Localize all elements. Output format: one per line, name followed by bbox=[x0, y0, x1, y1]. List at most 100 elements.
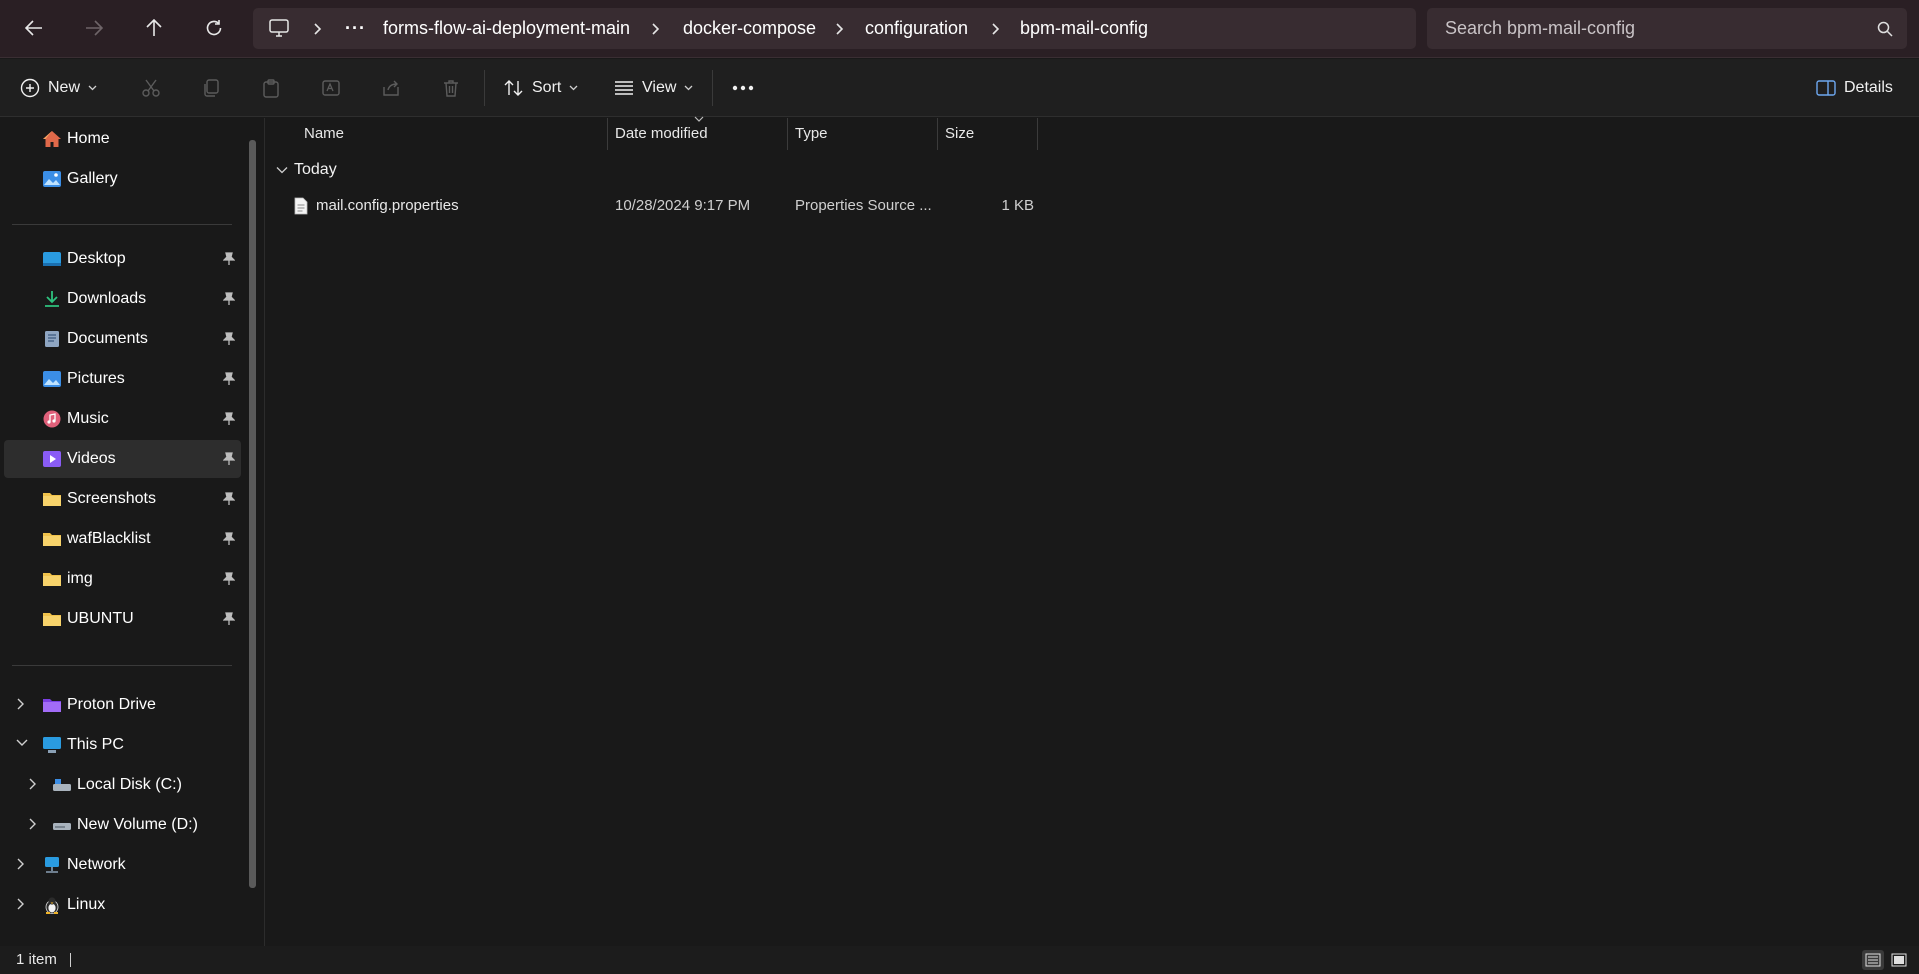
search-icon[interactable] bbox=[1877, 21, 1893, 37]
up-button[interactable] bbox=[136, 11, 172, 45]
refresh-button[interactable] bbox=[196, 11, 232, 45]
back-button[interactable] bbox=[16, 11, 52, 45]
column-header-type[interactable]: Type bbox=[795, 118, 828, 150]
chevron-right-icon[interactable] bbox=[835, 21, 849, 37]
chevron-right-icon[interactable] bbox=[16, 898, 24, 910]
pin-icon[interactable] bbox=[223, 252, 235, 266]
pin-icon[interactable] bbox=[223, 292, 235, 306]
sidebar-item-local-disk-c[interactable]: Local Disk (C:) bbox=[4, 766, 241, 804]
delete-button[interactable] bbox=[441, 71, 461, 105]
breadcrumb-segment-current[interactable]: bpm-mail-config bbox=[1020, 8, 1148, 49]
column-separator[interactable] bbox=[1037, 118, 1038, 150]
sidebar-item-music[interactable]: Music bbox=[4, 400, 241, 438]
file-size: 1 KB bbox=[1001, 197, 1034, 214]
pin-icon[interactable] bbox=[223, 572, 235, 586]
sidebar-item-label: New Volume (D:) bbox=[77, 816, 198, 833]
sidebar-scrollbar[interactable] bbox=[249, 140, 256, 888]
share-icon bbox=[383, 80, 399, 96]
sidebar-item-gallery[interactable]: Gallery bbox=[4, 160, 241, 198]
pin-icon[interactable] bbox=[223, 412, 235, 426]
sidebar-item-img[interactable]: img bbox=[4, 560, 241, 598]
sidebar-item-network[interactable]: Network bbox=[4, 846, 241, 884]
sidebar-item-linux[interactable]: Linux bbox=[4, 886, 241, 924]
pin-icon[interactable] bbox=[223, 332, 235, 346]
sidebar-item-pictures[interactable]: Pictures bbox=[4, 360, 241, 398]
chevron-right-icon[interactable] bbox=[991, 21, 1005, 37]
sort-label: Sort bbox=[532, 79, 562, 96]
sidebar-item-ubuntu[interactable]: UBUNTU bbox=[4, 600, 241, 638]
view-button[interactable]: View bbox=[614, 71, 693, 105]
chevron-right-icon[interactable] bbox=[28, 778, 36, 790]
copy-button[interactable] bbox=[201, 71, 221, 105]
address-bar[interactable]: ··· forms-flow-ai-deployment-main docker… bbox=[253, 8, 1416, 49]
rename-button[interactable] bbox=[321, 71, 341, 105]
chevron-right-icon[interactable] bbox=[313, 21, 327, 37]
copy-icon bbox=[204, 79, 219, 97]
sidebar-item-home[interactable]: Home bbox=[4, 120, 241, 158]
sidebar-item-label: Videos bbox=[67, 450, 116, 467]
sidebar-item-label: This PC bbox=[67, 736, 124, 753]
details-view-toggle[interactable] bbox=[1862, 950, 1884, 970]
column-header-date-modified[interactable]: Date modified bbox=[615, 118, 708, 150]
folder-icon bbox=[43, 533, 61, 546]
pin-icon[interactable] bbox=[223, 612, 235, 626]
new-button[interactable]: New bbox=[20, 71, 97, 105]
sidebar-item-documents[interactable]: Documents bbox=[4, 320, 241, 358]
details-pane-button[interactable]: Details bbox=[1816, 71, 1893, 105]
tiles-view-toggle[interactable] bbox=[1888, 950, 1910, 970]
share-button[interactable] bbox=[381, 71, 401, 105]
this-pc-icon[interactable] bbox=[269, 19, 289, 37]
toolbar-divider bbox=[484, 70, 485, 106]
paste-button[interactable] bbox=[261, 71, 281, 105]
documents-icon bbox=[45, 331, 59, 347]
breadcrumb-segment[interactable]: docker-compose bbox=[683, 8, 816, 49]
sidebar-item-label: Screenshots bbox=[67, 490, 156, 507]
breadcrumb-segment[interactable]: forms-flow-ai-deployment-main bbox=[383, 8, 630, 49]
sidebar-item-label: Documents bbox=[67, 330, 148, 347]
chevron-right-icon[interactable] bbox=[28, 818, 36, 830]
chevron-down-icon bbox=[684, 85, 693, 91]
file-type: Properties Source ... bbox=[795, 197, 932, 214]
sidebar-item-desktop[interactable]: Desktop bbox=[4, 240, 241, 278]
chevron-right-icon[interactable] bbox=[651, 21, 665, 37]
sidebar-item-videos[interactable]: Videos bbox=[4, 440, 241, 478]
sidebar-item-wafblacklist[interactable]: wafBlacklist bbox=[4, 520, 241, 558]
sidebar-item-new-volume-d[interactable]: New Volume (D:) bbox=[4, 806, 241, 844]
column-header-name[interactable]: Name bbox=[304, 118, 344, 150]
sidebar-item-this-pc[interactable]: This PC bbox=[4, 726, 241, 764]
group-header-today[interactable]: Today bbox=[276, 158, 337, 182]
search-box[interactable]: Search bpm-mail-config bbox=[1427, 8, 1907, 49]
sort-button[interactable]: Sort bbox=[504, 71, 578, 105]
column-separator[interactable] bbox=[607, 118, 608, 150]
forward-button[interactable] bbox=[76, 11, 112, 45]
pin-icon[interactable] bbox=[223, 492, 235, 506]
file-name[interactable]: mail.config.properties bbox=[316, 190, 459, 222]
address-overflow-button[interactable]: ··· bbox=[345, 8, 366, 49]
drive-icon bbox=[53, 823, 71, 830]
search-placeholder[interactable]: Search bpm-mail-config bbox=[1445, 8, 1635, 49]
sidebar-item-proton-drive[interactable]: Proton Drive bbox=[4, 686, 241, 724]
details-label: Details bbox=[1844, 79, 1893, 96]
chevron-down-icon[interactable] bbox=[16, 738, 28, 746]
cut-icon bbox=[142, 79, 160, 97]
chevron-right-icon[interactable] bbox=[16, 858, 24, 870]
sidebar-item-label: Desktop bbox=[67, 250, 126, 267]
column-separator[interactable] bbox=[937, 118, 938, 150]
sidebar-item-downloads[interactable]: Downloads bbox=[4, 280, 241, 318]
pin-icon[interactable] bbox=[223, 452, 235, 466]
music-icon bbox=[43, 410, 61, 428]
pin-icon[interactable] bbox=[223, 372, 235, 386]
this-pc-icon bbox=[43, 737, 61, 753]
column-header-size[interactable]: Size bbox=[945, 118, 974, 150]
pin-icon[interactable] bbox=[223, 532, 235, 546]
videos-icon bbox=[43, 451, 61, 467]
sidebar-item-screenshots[interactable]: Screenshots bbox=[4, 480, 241, 518]
column-separator[interactable] bbox=[787, 118, 788, 150]
breadcrumb-segment[interactable]: configuration bbox=[865, 8, 968, 49]
more-options-button[interactable] bbox=[732, 71, 754, 105]
table-row[interactable]: mail.config.properties 10/28/2024 9:17 P… bbox=[276, 190, 1304, 222]
chevron-right-icon[interactable] bbox=[16, 698, 24, 710]
drive-icon bbox=[53, 779, 71, 791]
folder-icon bbox=[43, 613, 61, 626]
cut-button[interactable] bbox=[141, 71, 161, 105]
